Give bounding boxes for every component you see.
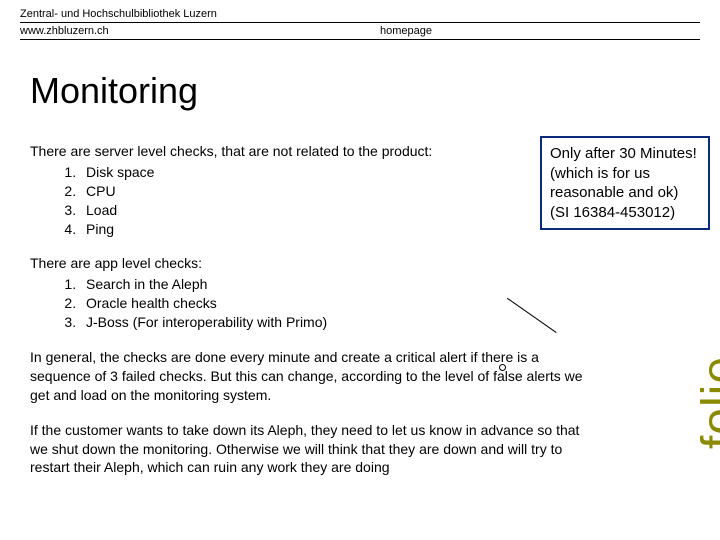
callout-line: (SI 16384-453012) [550,203,700,223]
server-checks-list: Disk space CPU Load Ping [30,163,590,239]
body-paragraph: In general, the checks are done every mi… [30,348,590,405]
site-url: www.zhbluzern.ch [20,25,380,37]
list-item: Ping [80,220,590,239]
list-item: Load [80,201,590,220]
callout-box: Only after 30 Minutes! (which is for us … [540,136,710,230]
server-checks-intro: There are server level checks, that are … [30,143,432,159]
list-item: J-Boss (For interoperability with Primo) [80,313,590,332]
page-title: Monitoring [30,70,720,112]
callout-line: Only after 30 Minutes! [550,144,700,164]
institution-name: Zentral- und Hochschulbibliothek Luzern [20,8,700,23]
callout-connector-end [499,364,506,371]
app-checks-intro: There are app level checks: [30,255,202,271]
homepage-link-label: homepage [380,25,700,37]
slide-label: folie [692,356,720,449]
list-item: Search in the Aleph [80,275,590,294]
callout-line: (which is for us reasonable and ok) [550,164,700,203]
body-paragraph: If the customer wants to take down its A… [30,421,590,478]
list-item: CPU [80,182,590,201]
app-checks-list: Search in the Aleph Oracle health checks… [30,275,590,332]
list-item: Disk space [80,163,590,182]
